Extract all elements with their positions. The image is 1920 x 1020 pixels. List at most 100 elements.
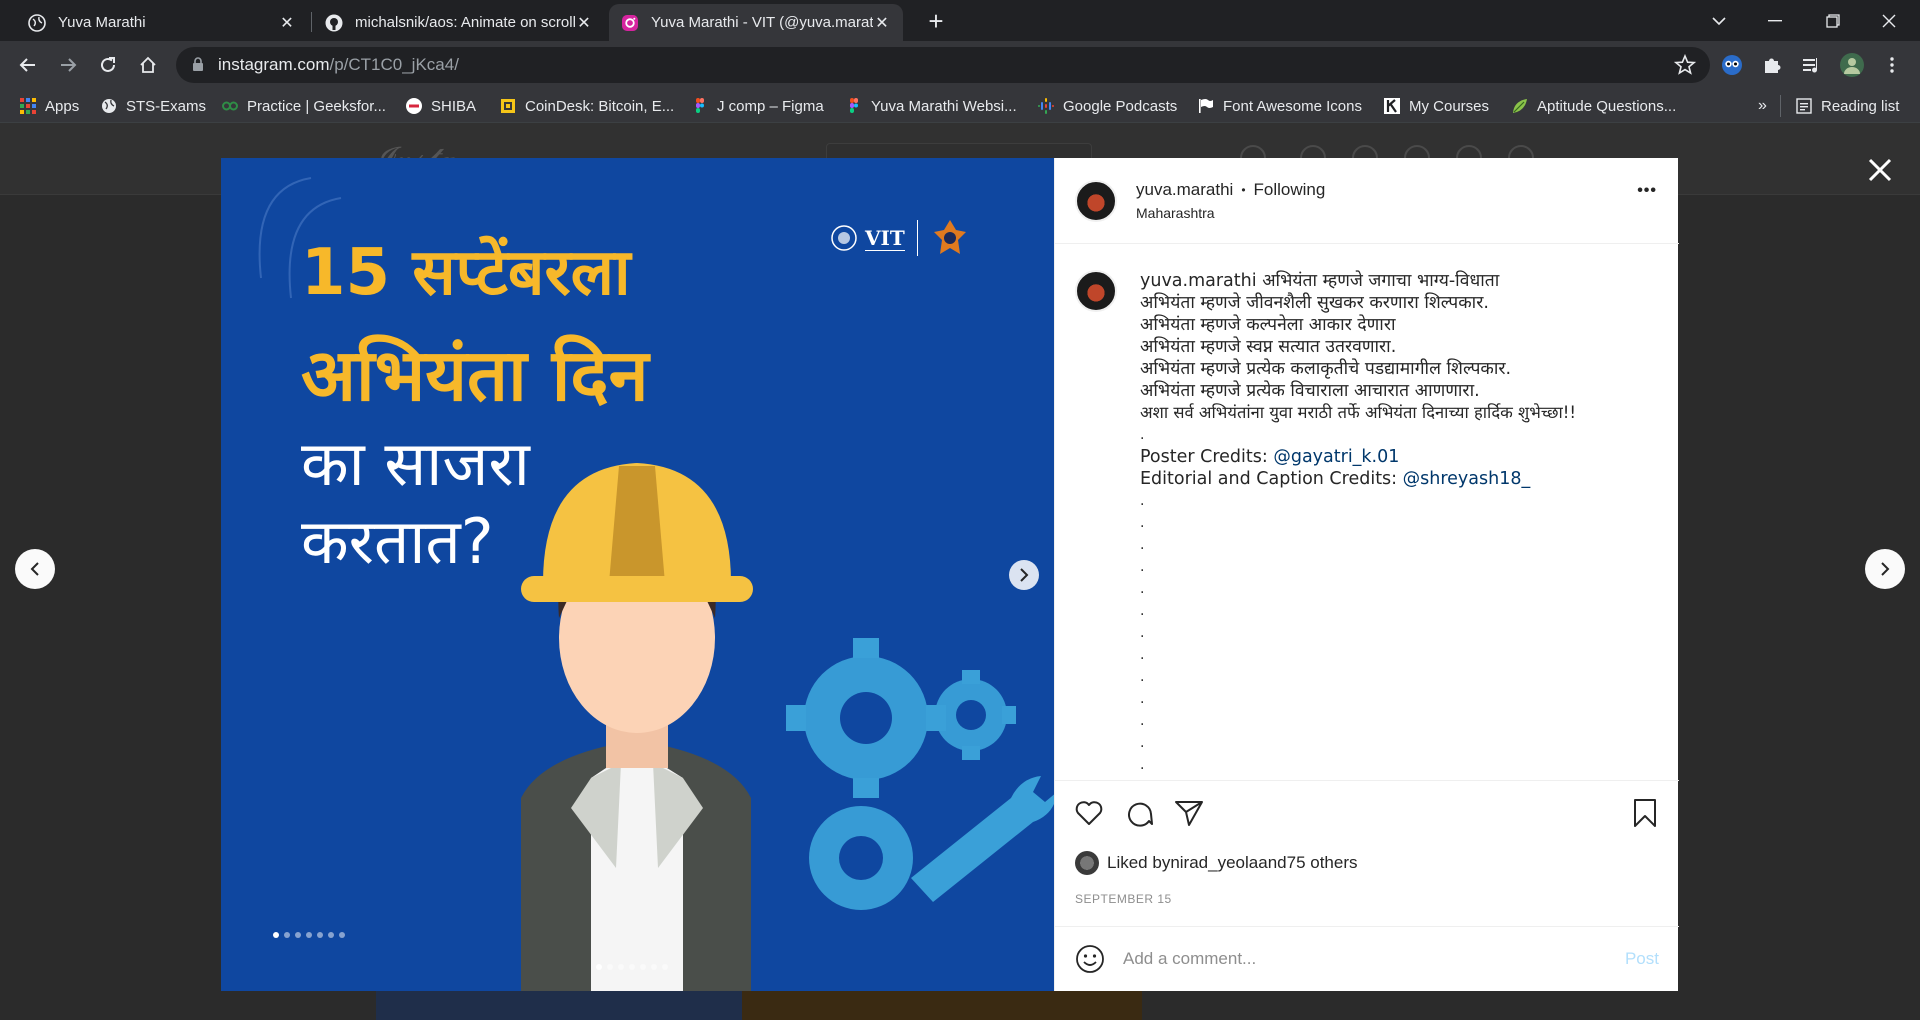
instagram-icon [622, 14, 638, 31]
reload-button[interactable] [92, 49, 124, 81]
tab-instagram-active[interactable]: Yuva Marathi - VIT (@yuva.marathi) ✕ [609, 4, 903, 41]
poster-question-line2: करतात? [301, 505, 494, 578]
bookmark-yuva-marathi-website[interactable]: Yuva Marathi Websi... [846, 95, 1017, 117]
reading-list-button[interactable]: Reading list [1796, 95, 1899, 117]
author-row: yuva.marathi • Following [1136, 180, 1325, 200]
url-text: instagram.com/p/CT1C0_jKca4/ [218, 55, 459, 75]
bookmark-label: Font Awesome Icons [1223, 97, 1362, 115]
extension-eyes-icon[interactable] [1720, 53, 1744, 77]
poster-headline-date: 15 सप्टेंबरला [301, 236, 631, 310]
like-heart-icon[interactable] [1073, 797, 1105, 829]
close-tab-icon[interactable]: ✕ [575, 14, 593, 32]
bookmark-aptitude-questions[interactable]: Aptitude Questions... [1512, 95, 1676, 117]
emoji-icon[interactable] [1075, 944, 1105, 974]
tab-github-aos[interactable]: michalsnik/aos: Animate on scroll ✕ [313, 4, 605, 41]
bookmark-apps[interactable]: Apps [20, 95, 79, 117]
profile-avatar[interactable] [1840, 53, 1864, 77]
overflow-chevron-icon: » [1758, 97, 1767, 114]
close-modal-icon[interactable] [1862, 152, 1898, 188]
carousel-dot [284, 932, 290, 938]
caption-dot: . [1140, 603, 1145, 619]
bookmark-jcomp-figma[interactable]: J comp – Figma [692, 95, 824, 117]
chrome-menu-icon[interactable] [1880, 53, 1904, 77]
carousel-next-button[interactable] [1009, 560, 1039, 590]
figma-icon [696, 98, 704, 113]
author-username[interactable]: yuva.marathi [1136, 180, 1233, 200]
post-date[interactable]: SEPTEMBER 15 [1075, 892, 1172, 906]
bookmark-shiba[interactable]: SHIBA [406, 95, 476, 117]
bookmark-sts-exams[interactable]: STS-Exams [101, 95, 206, 117]
post-comment-button[interactable]: Post [1625, 949, 1659, 969]
url-host: instagram.com [218, 55, 330, 74]
following-button[interactable]: Following [1254, 180, 1326, 200]
liked-by-and: and [1258, 853, 1287, 872]
more-options-icon[interactable]: ••• [1637, 182, 1657, 200]
bookmark-font-awesome[interactable]: Font Awesome Icons [1198, 95, 1362, 117]
tab-yuva-marathi[interactable]: Yuva Marathi ✕ [16, 4, 308, 41]
address-bar[interactable]: instagram.com/p/CT1C0_jKca4/ [176, 47, 1710, 83]
bookmarks-bar: Apps STS-Exams Practice | Geeksfor... SH… [0, 89, 1920, 123]
minimize-button[interactable] [1752, 0, 1798, 41]
bookmark-label: Aptitude Questions... [1537, 97, 1677, 115]
bookmark-google-podcasts[interactable]: Google Podcasts [1038, 95, 1177, 117]
poster-inner-dots [273, 932, 345, 938]
carousel-dot [651, 964, 657, 970]
close-window-button[interactable] [1866, 0, 1912, 41]
caption-text: अभियंता म्हणजे जगाचा भाग्य-विधाता [1262, 271, 1500, 291]
bookmark-geeksforgeeks[interactable]: Practice | Geeksfor... [222, 95, 386, 117]
chevron-right-icon [1881, 562, 1890, 576]
liked-by-user[interactable]: nirad_yeola [1170, 853, 1258, 873]
yuva-marathi-logo-icon [933, 220, 966, 254]
poster-credits-label: Poster Credits: [1140, 447, 1274, 467]
poster-headline-title: अभियंता दिन [301, 333, 649, 417]
extensions-puzzle-icon[interactable] [1760, 53, 1784, 77]
caption-dot: . [1140, 515, 1145, 531]
comment-icon[interactable] [1123, 797, 1155, 829]
caption-dot: . [1140, 669, 1145, 685]
save-bookmark-icon[interactable] [1629, 797, 1661, 829]
caption-author-avatar[interactable] [1075, 270, 1117, 312]
comment-input[interactable]: Add a comment... [1123, 949, 1256, 969]
home-button[interactable] [132, 49, 164, 81]
forward-button[interactable] [52, 49, 84, 81]
bookmark-coindesk[interactable]: CoinDesk: Bitcoin, E... [500, 95, 674, 117]
restore-button[interactable] [1810, 0, 1856, 41]
new-tab-button[interactable]: + [922, 8, 950, 36]
carousel-dot [317, 932, 323, 938]
post-location[interactable]: Maharashtra [1136, 205, 1215, 221]
carousel-dot [618, 964, 624, 970]
coindesk-icon [501, 99, 515, 113]
bookmark-label: J comp – Figma [717, 97, 824, 115]
editorial-credits-mention[interactable]: @shreyash18_ [1403, 469, 1531, 489]
carousel-dot [629, 964, 635, 970]
comment-composer: Add a comment... Post [1055, 926, 1679, 992]
carousel-indicator [596, 964, 668, 970]
liked-by-others[interactable]: 75 others [1287, 853, 1358, 873]
bookmark-label: Practice | Geeksfor... [247, 97, 386, 115]
media-control-icon[interactable] [1800, 53, 1824, 77]
bookmark-label: SHIBA [431, 97, 477, 115]
back-button[interactable] [12, 49, 44, 81]
share-send-icon[interactable] [1173, 797, 1205, 829]
previous-post-button[interactable] [15, 549, 55, 589]
caption-username[interactable]: yuva.marathi [1140, 271, 1257, 291]
carousel-dot [607, 964, 613, 970]
globe-icon [28, 13, 46, 32]
k-icon [1384, 98, 1400, 114]
next-post-button[interactable] [1865, 549, 1905, 589]
close-tab-icon[interactable]: ✕ [873, 14, 891, 32]
geeksforgeeks-icon [222, 101, 238, 111]
tab-search-icon[interactable] [1696, 0, 1742, 41]
url-path: /p/CT1C0_jKca4/ [329, 55, 459, 74]
post-modal: 15 सप्टेंबरला अभियंता दिन का साजरा करतात… [221, 158, 1679, 992]
poster-credits-mention[interactable]: @gayatri_k.01 [1273, 447, 1399, 467]
bookmark-my-courses[interactable]: My Courses [1384, 95, 1489, 117]
caption-line-5: अभियंता म्हणजे प्रत्येक कलाकृतीचे पडद्या… [1140, 359, 1512, 379]
bookmark-star-icon[interactable] [1674, 54, 1696, 76]
bookmark-label: STS-Exams [126, 97, 207, 115]
post-image: 15 सप्टेंबरला अभियंता दिन का साजरा करतात… [221, 158, 1054, 991]
bookmarks-overflow-button[interactable]: » [1758, 95, 1767, 117]
caption-dot: . [1140, 691, 1145, 707]
author-avatar[interactable] [1075, 180, 1117, 222]
close-tab-icon[interactable]: ✕ [278, 14, 296, 32]
